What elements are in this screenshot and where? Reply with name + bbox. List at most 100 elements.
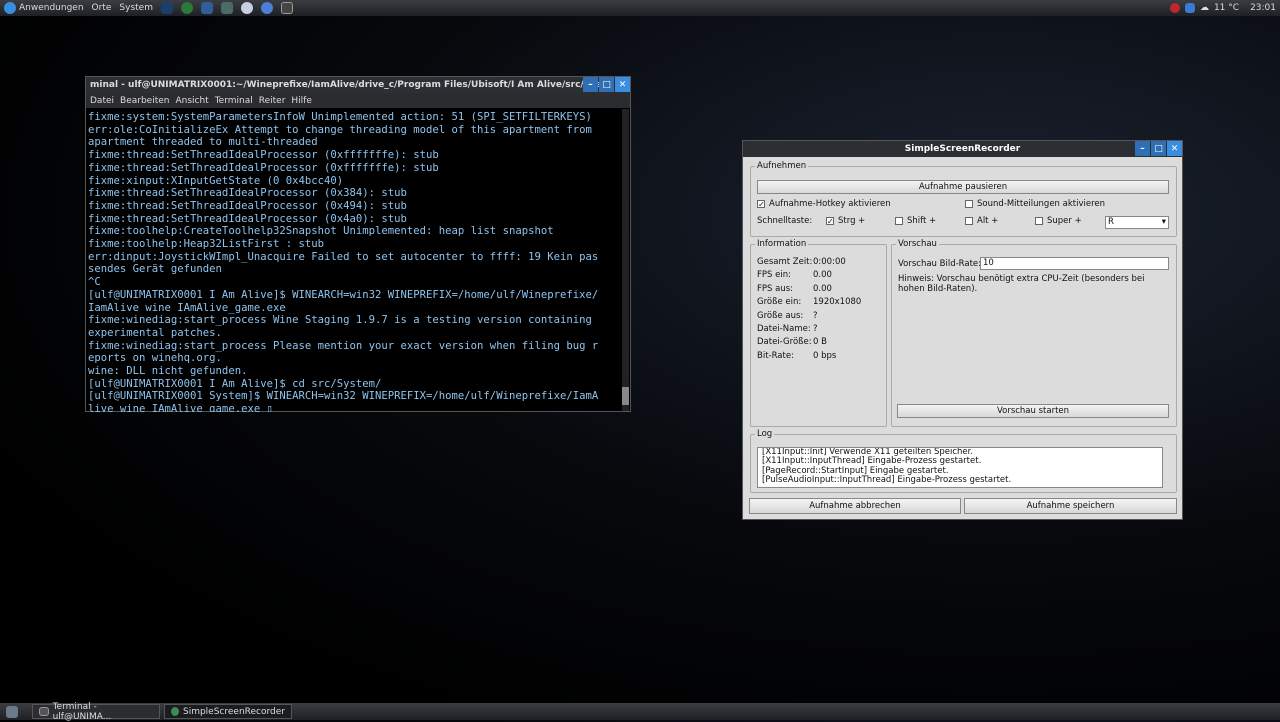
chromium-launcher-icon[interactable] <box>261 2 273 14</box>
super-checkbox[interactable]: Super + <box>1035 216 1082 226</box>
info-label: Bit-Rate: <box>757 351 794 361</box>
show-desktop-icon[interactable] <box>6 706 18 718</box>
log-line: [PulseAudioInput::InputThread] Eingabe-P… <box>762 476 1162 485</box>
info-value: 0 B <box>813 337 827 347</box>
terminal-line: fixme:winediag:start_process Please ment… <box>88 340 628 353</box>
group-label: Log <box>755 429 774 439</box>
terminal-line: fixme:thread:SetThreadIdealProcessor (0x… <box>88 200 628 213</box>
pause-button[interactable]: Aufnahme pausieren <box>757 180 1169 194</box>
close-button[interactable]: ✕ <box>1167 141 1182 156</box>
preview-rate-spinbox[interactable]: 10 <box>980 257 1169 270</box>
scrollbar[interactable] <box>622 109 629 411</box>
key-select[interactable]: R▾ <box>1105 216 1169 229</box>
terminal-line: [ulf@UNIMATRIX0001 I Am Alive]$ cd src/S… <box>88 378 628 391</box>
network-icon[interactable] <box>1185 3 1195 13</box>
app-launcher-icon[interactable] <box>221 2 233 14</box>
alt-checkbox[interactable]: Alt + <box>965 216 998 226</box>
weather-icon[interactable]: ☁ <box>1200 3 1209 13</box>
menu-terminal[interactable]: Terminal <box>215 96 253 106</box>
menu-ansicht[interactable]: Ansicht <box>175 96 208 106</box>
terminal-line: live wine IAmAlive_game.exe ▯ <box>88 403 628 412</box>
log-output[interactable]: [X11Input::Init] Verwende X11 geteilten … <box>757 447 1163 488</box>
hotkey-checkbox[interactable]: ✓Aufnahme-Hotkey aktivieren <box>757 199 891 209</box>
terminal-line: eports on winehq.org. <box>88 352 628 365</box>
skype-launcher-icon[interactable] <box>241 2 253 14</box>
browser-launcher-icon[interactable] <box>181 2 193 14</box>
top-panel: Anwendungen Orte System ☁ 11 °C 23:01 <box>0 0 1280 16</box>
terminal-line: [ulf@UNIMATRIX0001 System]$ WINEARCH=win… <box>88 390 628 403</box>
save-recording-button[interactable]: Aufnahme speichern <box>964 498 1177 514</box>
menu-places[interactable]: Orte <box>92 3 112 13</box>
task-ssr[interactable]: SimpleScreenRecorder <box>164 704 292 719</box>
terminal-line: ^C <box>88 276 628 289</box>
info-value: 0.00 <box>813 284 832 294</box>
info-value: ? <box>813 324 818 334</box>
sound-checkbox[interactable]: Sound-Mitteilungen aktivieren <box>965 199 1105 209</box>
ctrl-checkbox[interactable]: ✓Strg + <box>826 216 865 226</box>
info-label: Datei-Name: <box>757 324 811 334</box>
chevron-down-icon: ▾ <box>1162 217 1166 227</box>
terminal-line: err:dinput:JoystickWImpl_Unacquire Faile… <box>88 251 628 264</box>
info-value: 0:00:00 <box>813 257 846 267</box>
checkbox-label: Sound-Mitteilungen aktivieren <box>977 199 1105 209</box>
steam-launcher-icon[interactable] <box>161 2 173 14</box>
maximize-button[interactable]: □ <box>599 77 614 92</box>
group-label: Vorschau <box>896 239 939 249</box>
distro-logo-icon <box>4 2 16 14</box>
info-label: FPS aus: <box>757 284 793 294</box>
terminal-line: fixme:xinput:XInputGetState (0 0x4bcc40) <box>88 175 628 188</box>
info-label: Datei-Größe: <box>757 337 812 347</box>
info-label: Größe ein: <box>757 297 801 307</box>
terminal-launcher-icon[interactable] <box>281 2 293 14</box>
terminal-line: fixme:thread:SetThreadIdealProcessor (0x… <box>88 187 628 200</box>
window-title: SimpleScreenRecorder <box>905 144 1020 154</box>
bottom-panel: Terminal - ulf@UNIMA... SimpleScreenReco… <box>0 703 1280 720</box>
terminal-line: fixme:thread:SetThreadIdealProcessor (0x… <box>88 213 628 226</box>
weather-temp[interactable]: 11 °C <box>1214 3 1239 13</box>
group-label: Aufnehmen <box>755 161 808 171</box>
menu-datei[interactable]: Datei <box>90 96 114 106</box>
terminal-line: sendes Gerät gefunden <box>88 263 628 276</box>
group-label: Information <box>755 239 808 249</box>
terminal-menubar: Datei Bearbeiten Ansicht Terminal Reiter… <box>86 93 630 108</box>
clock[interactable]: 23:01 <box>1250 3 1276 13</box>
info-value: 0.00 <box>813 270 832 280</box>
terminal-line: fixme:winediag:start_process Wine Stagin… <box>88 314 628 327</box>
ssr-window: SimpleScreenRecorder –□✕ Aufnehmen Aufna… <box>742 140 1183 520</box>
menu-system[interactable]: System <box>119 3 153 13</box>
window-title: minal - ulf@UNIMATRIX0001:~/Wineprefixe/… <box>90 80 601 90</box>
minimize-button[interactable]: – <box>1135 141 1150 156</box>
close-button[interactable]: ✕ <box>615 77 630 92</box>
terminal-line: err:ole:CoInitializeEx Attempt to change… <box>88 124 628 137</box>
menu-reiter[interactable]: Reiter <box>259 96 286 106</box>
preview-rate-label: Vorschau Bild-Rate: <box>898 259 981 269</box>
task-terminal[interactable]: Terminal - ulf@UNIMA... <box>32 704 160 719</box>
terminal-line: wine: DLL nicht gefunden. <box>88 365 628 378</box>
menu-bearbeiten[interactable]: Bearbeiten <box>120 96 169 106</box>
menu-applications[interactable]: Anwendungen <box>4 2 84 14</box>
terminal-line: fixme:toolhelp:CreateToolhelp32Snapshot … <box>88 225 628 238</box>
recording-indicator-icon[interactable] <box>1170 3 1180 13</box>
terminal-titlebar[interactable]: minal - ulf@UNIMATRIX0001:~/Wineprefixe/… <box>86 77 630 93</box>
minimize-button[interactable]: – <box>583 77 598 92</box>
terminal-output[interactable]: fixme:system:SystemParametersInfoW Unimp… <box>86 108 630 412</box>
terminal-window: minal - ulf@UNIMATRIX0001:~/Wineprefixe/… <box>85 76 631 412</box>
terminal-line: apartment threaded to multi-threaded <box>88 136 628 149</box>
ssr-titlebar[interactable]: SimpleScreenRecorder –□✕ <box>743 141 1182 157</box>
preview-start-button[interactable]: Vorschau starten <box>897 404 1169 418</box>
ssr-icon <box>171 707 179 716</box>
info-label: Gesamt Zeit: <box>757 257 812 267</box>
terminal-line: fixme:thread:SetThreadIdealProcessor (0x… <box>88 162 628 175</box>
app-launcher-icon[interactable] <box>201 2 213 14</box>
menu-hilfe[interactable]: Hilfe <box>291 96 311 106</box>
terminal-icon <box>39 707 49 716</box>
shortcut-label: Schnelltaste: <box>757 216 812 226</box>
terminal-line: experimental patches. <box>88 327 628 340</box>
info-value: ? <box>813 311 818 321</box>
terminal-line: IamAlive wine IAmAlive_game.exe <box>88 302 628 315</box>
scrollbar-thumb[interactable] <box>622 387 629 405</box>
maximize-button[interactable]: □ <box>1151 141 1166 156</box>
cancel-recording-button[interactable]: Aufnahme abbrechen <box>749 498 961 514</box>
checkbox-label: Aufnahme-Hotkey aktivieren <box>769 199 891 209</box>
shift-checkbox[interactable]: Shift + <box>895 216 936 226</box>
